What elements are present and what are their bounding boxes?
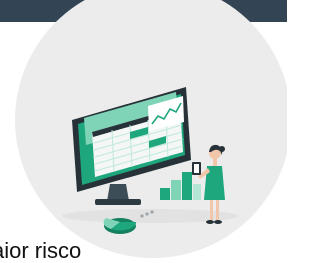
monitor-neck bbox=[107, 184, 129, 201]
bar-block bbox=[182, 172, 192, 200]
woman-shoe bbox=[214, 220, 222, 224]
legend-dot bbox=[140, 214, 144, 218]
legend-dot bbox=[145, 212, 149, 216]
caption-text: aior risco bbox=[0, 238, 82, 263]
legend-dot bbox=[150, 210, 154, 214]
bar-block bbox=[171, 180, 181, 200]
woman-neck bbox=[213, 158, 217, 166]
page: aior risco bbox=[0, 0, 287, 263]
monitor-base bbox=[95, 199, 141, 205]
bar-block bbox=[160, 188, 170, 200]
bar-block bbox=[193, 184, 201, 200]
clipboard-paper bbox=[194, 164, 199, 173]
data-analysis-illustration bbox=[15, 0, 287, 258]
woman-shoe bbox=[206, 220, 214, 224]
woman-hair-bun bbox=[219, 146, 225, 152]
